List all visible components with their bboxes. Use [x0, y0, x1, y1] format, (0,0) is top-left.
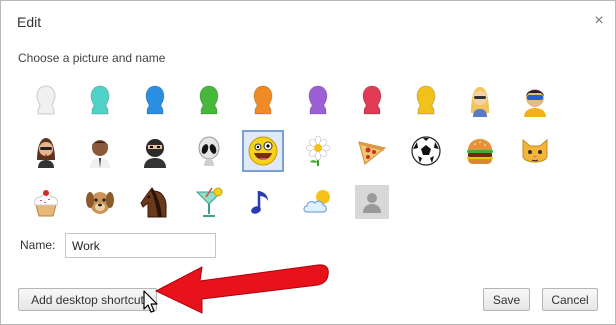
avatar-silhouette-yellow[interactable] — [405, 79, 447, 121]
add-desktop-shortcut-button[interactable]: Add desktop shortcut — [18, 288, 157, 311]
avatar-silhouette-white-icon — [36, 85, 56, 115]
avatar-businessman[interactable] — [79, 130, 121, 172]
avatar-ninja[interactable] — [134, 130, 176, 172]
avatar-flower-icon — [305, 135, 331, 166]
avatar-silhouette-yellow-icon — [416, 85, 436, 115]
avatar-placeholder[interactable] — [351, 181, 393, 223]
avatar-cocktail[interactable] — [188, 181, 230, 223]
avatar-alien[interactable] — [188, 130, 230, 172]
avatar-cupcake[interactable] — [25, 181, 67, 223]
avatar-weather-icon — [303, 190, 330, 213]
avatar-silhouette-orange-icon — [253, 85, 273, 115]
cancel-button[interactable]: Cancel — [542, 288, 598, 311]
avatar-dog[interactable] — [79, 181, 121, 223]
avatar-blonde-woman[interactable] — [459, 79, 501, 121]
avatar-pizza[interactable] — [351, 130, 393, 172]
avatar-businessman-icon — [90, 140, 110, 168]
avatar-silhouette-red[interactable] — [351, 79, 393, 121]
avatar-superhero-icon — [524, 89, 546, 117]
avatar-silhouette-orange[interactable] — [242, 79, 284, 121]
avatar-smiley-icon — [248, 136, 278, 166]
avatar-burger-icon — [467, 139, 493, 164]
avatar-music-note-icon — [251, 191, 268, 214]
avatar-alien-icon — [198, 136, 220, 166]
avatar-silhouette-teal[interactable] — [79, 79, 121, 121]
avatar-smiley[interactable] — [242, 130, 284, 172]
avatar-soccer-ball[interactable] — [405, 130, 447, 172]
dialog-title: Edit — [17, 14, 42, 30]
avatar-music-note[interactable] — [242, 181, 284, 223]
avatar-burger[interactable] — [459, 130, 501, 172]
name-label: Name: — [20, 238, 56, 252]
avatar-silhouette-red-icon — [362, 85, 382, 115]
avatar-silhouette-white[interactable] — [25, 79, 67, 121]
avatar-silhouette-purple-icon — [308, 85, 328, 115]
avatar-horse[interactable] — [134, 181, 176, 223]
avatar-cocktail-icon — [195, 187, 223, 217]
avatar-pizza-icon — [358, 141, 387, 165]
avatar-silhouette-purple[interactable] — [297, 79, 339, 121]
avatar-dog-icon — [86, 192, 114, 214]
avatar-flower[interactable] — [297, 130, 339, 172]
avatar-silhouette-teal-icon — [90, 85, 110, 115]
avatar-businesswoman[interactable] — [25, 130, 67, 172]
avatar-silhouette-green-icon — [199, 85, 219, 115]
edit-dialog: Edit × Choose a picture and name Name: A… — [0, 0, 616, 325]
avatar-placeholder-icon — [355, 185, 389, 219]
avatar-cat[interactable] — [514, 130, 556, 172]
avatar-superhero[interactable] — [514, 79, 556, 121]
avatar-blonde-woman-icon — [471, 87, 489, 117]
avatar-silhouette-blue-icon — [145, 85, 165, 115]
avatar-cupcake-icon — [34, 190, 58, 217]
avatar-ninja-icon — [144, 139, 166, 168]
avatar-cat-icon — [522, 138, 548, 163]
avatar-silhouette-blue[interactable] — [134, 79, 176, 121]
avatar-horse-icon — [140, 187, 167, 218]
dialog-subtitle: Choose a picture and name — [18, 51, 166, 65]
save-button[interactable]: Save — [483, 288, 530, 311]
close-icon[interactable]: × — [592, 13, 606, 29]
avatar-businesswoman-icon — [37, 138, 55, 168]
name-input[interactable] — [65, 233, 216, 258]
avatar-weather[interactable] — [297, 181, 339, 223]
avatar-soccer-ball-icon — [411, 136, 441, 166]
avatar-silhouette-green[interactable] — [188, 79, 230, 121]
